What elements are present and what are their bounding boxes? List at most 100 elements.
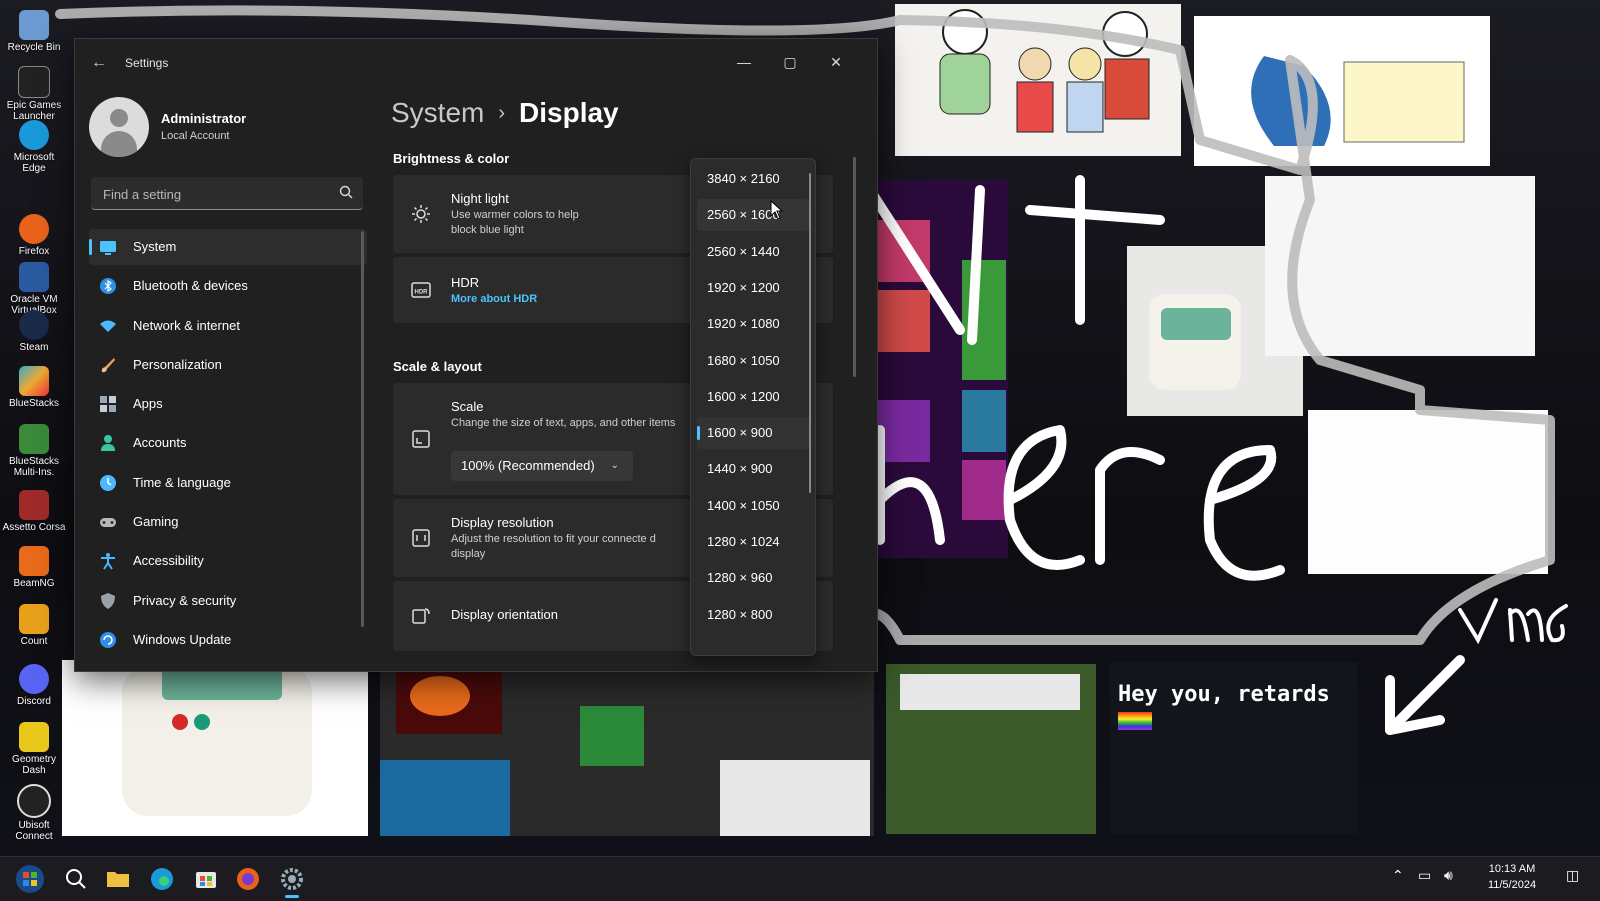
desktop-icon-ubisoft[interactable]: Ubisoft Connect	[2, 784, 66, 842]
resolution-option[interactable]: 1280 × 1024	[697, 526, 809, 558]
user-profile[interactable]: Administrator Local Account	[89, 97, 359, 167]
sidebar-item-gaming[interactable]: Gaming	[89, 504, 367, 540]
sidebar-item-privacy[interactable]: Privacy & security	[89, 583, 367, 619]
bluestacks-icon	[19, 366, 49, 396]
title-bar[interactable]: ← Settings — ▢ ✕	[75, 39, 877, 87]
maximize-button[interactable]: ▢	[767, 45, 813, 79]
window-title: Settings	[125, 56, 169, 70]
desktop-icon-firefox[interactable]: Firefox	[2, 214, 66, 257]
sidebar-item-label: Gaming	[133, 514, 179, 530]
virtualbox-icon	[19, 262, 49, 292]
start-button[interactable]	[14, 863, 46, 895]
discord-icon	[19, 664, 49, 694]
taskbar-settings[interactable]	[276, 863, 308, 898]
count-icon	[19, 604, 49, 634]
resolution-option-selected[interactable]: 1600 × 900	[697, 417, 809, 450]
sidebar-item-label: Time & language	[133, 474, 231, 490]
display-resolution-title: Display resolution	[451, 515, 554, 530]
bluestacks-multi-icon	[19, 424, 49, 454]
shield-icon	[101, 592, 115, 609]
resolution-icon	[412, 529, 430, 547]
search-icon	[66, 869, 86, 889]
bluetooth-icon	[100, 278, 116, 295]
update-icon	[100, 631, 116, 648]
accessibility-icon	[101, 553, 115, 570]
sidebar-item-network[interactable]: Network & internet	[89, 308, 367, 344]
notification-icon[interactable]: ◫	[1566, 867, 1579, 884]
back-arrow-icon[interactable]: ←	[89, 53, 109, 73]
sidebar-item-apps[interactable]: Apps	[89, 386, 367, 422]
close-button[interactable]: ✕	[813, 45, 859, 79]
taskbar-firefox[interactable]	[232, 863, 264, 895]
steam-icon	[19, 310, 49, 340]
resolution-option[interactable]: 1440 × 900	[697, 453, 809, 485]
taskbar-edge[interactable]	[146, 863, 178, 895]
resolution-option[interactable]: 1280 × 800	[697, 599, 809, 631]
desktop-icon-recycle-bin[interactable]: Recycle Bin	[2, 10, 66, 53]
resolution-option[interactable]: 1920 × 1200	[697, 272, 809, 304]
clock-time: 10:13 AM	[1488, 863, 1536, 875]
content-scrollbar[interactable]	[853, 157, 856, 377]
more-about-hdr-link[interactable]: More about HDR	[451, 293, 537, 305]
sidebar-item-label: Network & internet	[133, 317, 240, 333]
recycle-bin-icon	[19, 10, 49, 40]
sidebar-item-label: Bluetooth & devices	[133, 278, 248, 294]
sidebar-item-time-language[interactable]: Time & language	[89, 465, 367, 501]
scale-dropdown[interactable]: 100% (Recommended) ⌄	[451, 451, 633, 481]
user-name: Administrator	[161, 111, 247, 126]
resolution-option[interactable]: 3840 × 2160	[697, 163, 809, 195]
resolution-option[interactable]: 2560 × 1600	[697, 199, 809, 232]
taskbar-store[interactable]	[190, 863, 222, 895]
desktop-icon-count[interactable]: Count	[2, 604, 66, 647]
resolution-option[interactable]: 2560 × 1440	[697, 236, 809, 268]
geometry-dash-icon	[19, 722, 49, 752]
resolution-option[interactable]: 1600 × 1200	[697, 381, 809, 413]
network-icon[interactable]: ▭	[1418, 867, 1431, 884]
dropdown-scrollbar[interactable]	[809, 173, 811, 493]
settings-icon	[281, 868, 303, 890]
desktop-icon-assetto[interactable]: Assetto Corsa	[2, 490, 66, 533]
desktop-icon-virtualbox[interactable]: Oracle VM VirtualBox	[2, 262, 66, 316]
tray-chevron-up-icon[interactable]: ⌃	[1392, 867, 1404, 884]
desktop-icon-discord[interactable]: Discord	[2, 664, 66, 707]
desktop-icon-epic[interactable]: Epic Games Launcher	[2, 66, 66, 122]
sidebar-item-accounts[interactable]: Accounts	[89, 425, 367, 461]
desktop-icon-steam[interactable]: Steam	[2, 310, 66, 353]
resolution-option[interactable]: 1680 × 1050	[697, 345, 809, 377]
search-box[interactable]	[91, 177, 363, 211]
sidebar-item-bluetooth[interactable]: Bluetooth & devices	[89, 268, 367, 304]
desktop-icon-edge[interactable]: Microsoft Edge	[2, 120, 66, 174]
taskbar-search-button[interactable]	[60, 863, 92, 895]
sidebar-item-label: System	[133, 239, 177, 254]
resolution-option[interactable]: 1280 × 960	[697, 562, 809, 594]
resolution-option[interactable]: 1920 × 1080	[697, 308, 809, 340]
desktop-icon-beamng[interactable]: BeamNG	[2, 546, 66, 589]
file-explorer-icon	[107, 872, 129, 887]
taskbar-file-explorer[interactable]	[102, 863, 134, 895]
breadcrumb-parent[interactable]: System	[391, 97, 484, 128]
sidebar-item-windows-update[interactable]: Windows Update	[89, 622, 367, 658]
sidebar-item-accessibility[interactable]: Accessibility	[89, 543, 367, 579]
sidebar-item-personalization[interactable]: Personalization	[89, 347, 367, 383]
night-light-desc: Use warmer colors to help block blue lig…	[451, 209, 579, 236]
sidebar-scrollbar[interactable]	[361, 231, 364, 627]
clock-date: 11/5/2024	[1487, 879, 1537, 891]
breadcrumb-separator: ›	[498, 102, 506, 124]
resolution-dropdown-list[interactable]: 3840 × 2160 2560 × 1600 2560 × 1440 1920…	[690, 158, 816, 656]
resolution-option[interactable]: 1400 × 1050	[697, 490, 809, 522]
section-scale-layout: Scale & layout	[393, 359, 482, 374]
edge-icon	[19, 120, 49, 150]
person-icon	[101, 435, 115, 452]
minimize-button[interactable]: —	[721, 45, 767, 79]
breadcrumb: System › Display	[391, 97, 619, 129]
system-clock[interactable]: 10:13 AM 11/5/2024	[1472, 861, 1552, 893]
firefox-icon	[19, 214, 49, 244]
desktop-icon-bluestacks-multi[interactable]: BlueStacks Multi-Ins.	[2, 424, 66, 478]
search-input[interactable]	[101, 177, 325, 211]
desktop-icon-geometry-dash[interactable]: Geometry Dash	[2, 722, 66, 776]
sidebar-item-system[interactable]: System	[89, 229, 367, 265]
volume-icon[interactable]: 🔊︎	[1444, 867, 1453, 884]
search-icon[interactable]	[339, 185, 353, 199]
scale-value: 100% (Recommended)	[461, 458, 595, 473]
desktop-icon-bluestacks[interactable]: BlueStacks	[2, 366, 66, 409]
